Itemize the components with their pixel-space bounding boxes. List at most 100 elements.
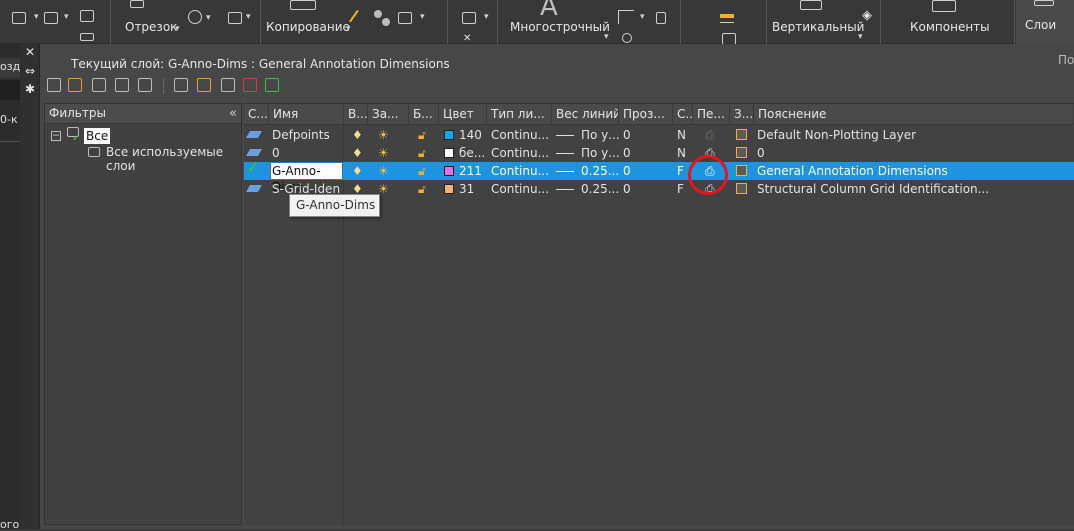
- lightbulb-icon[interactable]: ♦: [352, 144, 363, 162]
- newvp-freeze-icon[interactable]: [736, 147, 747, 158]
- filter-all[interactable]: Все: [84, 128, 111, 144]
- dimension-icon[interactable]: [618, 10, 634, 24]
- col-newvp[interactable]: З...: [730, 104, 754, 125]
- isolate-icon[interactable]: [115, 78, 129, 92]
- table-icon[interactable]: [656, 12, 666, 24]
- tool-icon[interactable]: [462, 12, 476, 24]
- tool-icon[interactable]: [398, 12, 412, 24]
- chevron-down-icon[interactable]: ▾: [206, 13, 211, 23]
- x-icon[interactable]: ✕: [463, 33, 471, 44]
- multiline-text-button[interactable]: Многострочный: [510, 20, 610, 34]
- sun-icon[interactable]: ☀: [378, 162, 389, 180]
- filter-used-layers[interactable]: Все используемые слои: [106, 145, 241, 173]
- linetype-value[interactable]: Continu...: [491, 162, 549, 180]
- chevron-down-icon[interactable]: ▾: [34, 12, 39, 22]
- col-name[interactable]: Имя: [269, 104, 344, 125]
- layer-description[interactable]: Default Non-Plotting Layer: [757, 126, 916, 144]
- layer-name[interactable]: 0: [272, 144, 280, 162]
- viewport-icon[interactable]: [800, 0, 822, 10]
- collapse-filters-icon[interactable]: «: [229, 104, 237, 123]
- set-current-icon[interactable]: [265, 78, 279, 92]
- components-button[interactable]: Компоненты: [910, 20, 990, 34]
- tool-icon[interactable]: [12, 12, 26, 24]
- sun-icon[interactable]: ☀: [378, 144, 389, 162]
- layer-row[interactable]: 0 ♦ ☀ 🔓︎ бе... Continu... По у... 0 N ⎙ …: [244, 144, 1074, 162]
- palette-grip[interactable]: ✕ ⇔ ✱: [20, 44, 40, 529]
- new-layer-vp-frozen-icon[interactable]: [197, 78, 211, 92]
- chevron-down-icon[interactable]: ▾: [64, 12, 69, 22]
- copy-button[interactable]: Копирование: [266, 20, 350, 34]
- lightbulb-icon[interactable]: ♦: [352, 162, 363, 180]
- chevron-down-icon[interactable]: ▾: [346, 24, 351, 34]
- tool-icon[interactable]: [80, 10, 94, 22]
- copy-tool-icon[interactable]: [290, 0, 316, 10]
- col-freeze[interactable]: За...: [368, 104, 409, 125]
- chevron-down-icon[interactable]: ▾: [484, 12, 489, 22]
- diamond-icon[interactable]: ◈: [862, 8, 872, 23]
- pencil-icon[interactable]: [349, 9, 367, 29]
- col-lock[interactable]: Б...: [409, 104, 439, 125]
- circle-tool-icon[interactable]: [188, 10, 202, 24]
- color-swatch[interactable]: [444, 130, 454, 140]
- color-swatch[interactable]: [444, 148, 454, 158]
- lineweight-value[interactable]: По у...: [581, 126, 620, 144]
- newvp-freeze-icon[interactable]: [736, 165, 747, 176]
- plotstyle-value[interactable]: N: [677, 126, 686, 144]
- col-plotstyle[interactable]: С...: [673, 104, 693, 125]
- lineweight-value[interactable]: 0.25...: [581, 162, 619, 180]
- lock-icon[interactable]: 🔓︎: [418, 180, 426, 198]
- newvp-freeze-icon[interactable]: [736, 129, 747, 140]
- chevron-down-icon[interactable]: ▾: [604, 32, 609, 42]
- color-value[interactable]: бе...: [459, 144, 485, 162]
- linetype-value[interactable]: Continu...: [491, 144, 549, 162]
- col-description[interactable]: Пояснение: [754, 104, 1074, 125]
- transparency-value[interactable]: 0: [623, 144, 631, 162]
- transparency-value[interactable]: 0: [623, 180, 631, 198]
- col-transparency[interactable]: Проз...: [619, 104, 673, 125]
- tree-expander[interactable]: −: [51, 131, 61, 141]
- layer-description[interactable]: General Annotation Dimensions: [757, 162, 948, 180]
- new-property-filter-icon[interactable]: [47, 78, 61, 92]
- layer-row-selected[interactable]: ✓ G-Anno-Dims ♦ ☀ 🔓︎ 211 Continu... 0.25…: [244, 159, 1074, 194]
- layers-panel-active[interactable]: Слои: [1016, 0, 1074, 44]
- linetype-value[interactable]: Continu...: [491, 180, 549, 198]
- tool-icon[interactable]: [44, 12, 58, 24]
- col-on[interactable]: В...: [344, 104, 368, 125]
- sun-icon[interactable]: ☀: [378, 126, 389, 144]
- printer-disabled-icon[interactable]: ⎙: [705, 126, 715, 144]
- text-tool-icon[interactable]: A: [540, 0, 558, 22]
- layer-tool-icon[interactable]: [720, 14, 734, 18]
- layer-description[interactable]: Structural Column Grid Identification...: [757, 180, 1073, 198]
- chevron-down-icon[interactable]: ▾: [246, 12, 251, 22]
- components-icon[interactable]: [932, 0, 956, 12]
- new-layer-icon[interactable]: [221, 78, 235, 92]
- transparency-value[interactable]: 0: [623, 162, 631, 180]
- transparency-value[interactable]: 0: [623, 126, 631, 144]
- tool-icon[interactable]: [80, 33, 94, 41]
- ellipse-tool-icon[interactable]: [228, 12, 242, 24]
- point-icon[interactable]: [374, 10, 382, 18]
- col-linetype[interactable]: Тип ли...: [487, 104, 552, 125]
- lightbulb-icon[interactable]: ♦: [352, 126, 363, 144]
- leader-icon[interactable]: [622, 33, 632, 43]
- properties-icon[interactable]: ✱: [24, 83, 36, 95]
- chevron-down-icon[interactable]: ▾: [420, 12, 425, 22]
- plotstyle-value[interactable]: F: [677, 180, 684, 198]
- layer-row[interactable]: Defpoints ♦ ☀ 🔓︎ 140 Continu... По у... …: [244, 126, 1074, 144]
- lock-icon[interactable]: 🔓︎: [418, 126, 426, 144]
- newvp-freeze-icon[interactable]: [736, 183, 747, 194]
- new-layer-icon[interactable]: [174, 78, 188, 92]
- chevron-down-icon[interactable]: ▾: [858, 32, 863, 42]
- lineweight-value[interactable]: 0.25...: [581, 180, 619, 198]
- layer-name-input[interactable]: G-Anno-Dims: [270, 162, 343, 194]
- color-value[interactable]: 31: [459, 180, 474, 198]
- new-group-filter-icon[interactable]: [68, 78, 82, 92]
- layer-name[interactable]: Defpoints: [272, 126, 330, 144]
- close-icon[interactable]: ✕: [24, 46, 36, 58]
- color-value[interactable]: 211: [459, 162, 482, 180]
- layer-description[interactable]: 0: [757, 144, 765, 162]
- linetype-value[interactable]: Continu...: [491, 126, 549, 144]
- segment-button[interactable]: Отрезок: [125, 20, 177, 34]
- col-lineweight[interactable]: Вес линий: [552, 104, 619, 125]
- point-icon[interactable]: [382, 18, 390, 26]
